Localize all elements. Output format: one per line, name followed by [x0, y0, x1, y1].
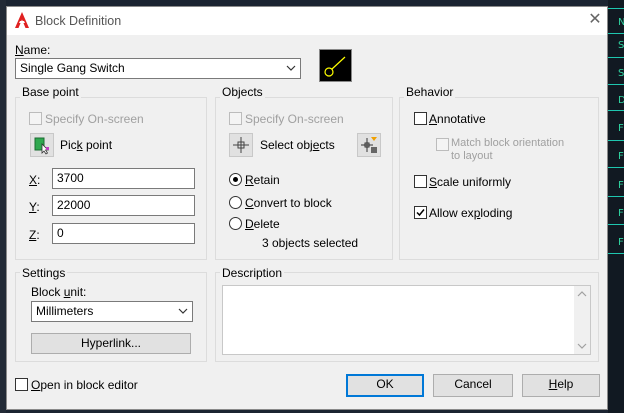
obj-specify-onscreen-label: Specify On-screen — [245, 112, 344, 126]
obj-specify-onscreen-checkbox[interactable] — [229, 112, 242, 125]
open-in-block-editor-checkbox[interactable] — [15, 378, 28, 391]
cad-text: F — [618, 237, 624, 248]
cad-line — [608, 253, 624, 254]
cad-line — [608, 57, 624, 58]
block-unit-combobox[interactable]: Millimeters — [31, 301, 193, 322]
cad-canvas-right: N S S D F F F F F — [608, 0, 624, 413]
cad-line — [608, 167, 624, 168]
delete-label: Delete — [245, 217, 280, 231]
delete-radio[interactable] — [229, 217, 242, 230]
description-title: Description — [220, 266, 285, 280]
cad-text: S — [618, 40, 624, 51]
cad-line — [608, 224, 624, 225]
match-orientation-line1: Match block orientation — [451, 137, 565, 149]
chevron-down-icon — [178, 308, 188, 314]
cad-text: F — [618, 151, 624, 162]
cad-text: D — [618, 95, 624, 106]
checkmark-icon — [416, 209, 425, 217]
match-orientation-label: Match block orientation to layout — [451, 137, 564, 163]
objects-selected-status: 3 objects selected — [262, 236, 359, 250]
select-objects-button[interactable] — [229, 133, 253, 157]
cad-line — [608, 8, 624, 9]
ok-button[interactable]: OK — [346, 374, 424, 397]
match-orientation-checkbox[interactable] — [436, 138, 449, 151]
cad-line — [608, 110, 624, 111]
pick-point-label: Pick point — [60, 138, 113, 152]
convert-to-block-radio[interactable] — [229, 196, 242, 209]
pick-point-button[interactable] — [30, 133, 54, 157]
quick-select-icon — [361, 137, 377, 153]
close-icon[interactable]: ✕ — [586, 11, 604, 29]
chevron-down-icon — [286, 65, 296, 71]
select-objects-label: Select objects — [260, 138, 335, 152]
behavior-title: Behavior — [404, 85, 456, 99]
x-input[interactable]: 3700 — [52, 168, 195, 189]
bp-specify-onscreen-checkbox[interactable] — [29, 112, 42, 125]
cad-text: S — [618, 68, 624, 79]
cancel-button[interactable]: Cancel — [433, 374, 513, 397]
cad-text: F — [618, 208, 624, 219]
cad-line — [608, 196, 624, 197]
name-combobox[interactable]: Single Gang Switch — [15, 58, 301, 79]
open-in-block-editor-label: Open in block editor — [31, 378, 138, 392]
cad-line — [608, 84, 624, 85]
base-point-title: Base point — [20, 85, 81, 99]
cad-text: F — [618, 180, 624, 191]
hyperlink-button[interactable]: Hyperlink... — [31, 333, 191, 354]
crosshair-select-icon — [233, 137, 249, 153]
switch-symbol-icon — [324, 56, 346, 77]
y-input[interactable]: 22000 — [52, 195, 195, 216]
scale-uniformly-label: Scale uniformly — [429, 175, 512, 189]
name-value: Single Gang Switch — [20, 61, 125, 75]
allow-exploding-checkbox[interactable] — [414, 206, 427, 219]
description-textarea[interactable] — [222, 285, 591, 355]
cad-text: N — [618, 17, 624, 28]
match-orientation-line2: to layout — [451, 150, 493, 162]
title-bar[interactable]: Block Definition ✕ — [7, 7, 607, 35]
block-preview — [319, 49, 352, 82]
convert-to-block-label: Convert to block — [245, 196, 332, 210]
scroll-up-icon[interactable] — [574, 287, 590, 301]
x-label: X: — [29, 173, 41, 187]
autocad-app-icon — [15, 12, 29, 28]
description-scrollbar[interactable] — [574, 286, 590, 354]
y-label: Y: — [29, 200, 40, 214]
retain-label: Retain — [245, 173, 280, 187]
bp-specify-onscreen-label: Specify On-screen — [45, 112, 144, 126]
scale-uniformly-checkbox[interactable] — [414, 175, 427, 188]
help-button[interactable]: Help — [522, 374, 600, 397]
z-label: Z: — [29, 228, 40, 242]
allow-exploding-label: Allow exploding — [429, 206, 513, 220]
cad-line — [608, 140, 624, 141]
objects-title: Objects — [220, 85, 265, 99]
retain-radio[interactable] — [229, 173, 242, 186]
block-definition-dialog: Block Definition ✕ Name: Single Gang Swi… — [6, 6, 608, 410]
scroll-down-icon[interactable] — [574, 339, 590, 353]
block-unit-value: Millimeters — [36, 304, 94, 318]
name-label: Name: — [15, 43, 51, 57]
settings-title: Settings — [20, 266, 68, 280]
annotative-checkbox[interactable] — [414, 112, 427, 125]
annotative-label: Annotative — [429, 112, 486, 126]
cad-text: F — [618, 123, 624, 134]
cad-line — [608, 33, 624, 34]
z-input[interactable]: 0 — [52, 223, 195, 244]
pick-point-icon — [34, 137, 49, 155]
block-unit-label: Block unit: — [31, 285, 87, 299]
dialog-title: Block Definition — [35, 14, 122, 28]
quick-select-button[interactable] — [357, 133, 381, 157]
radio-selected-dot — [233, 177, 238, 182]
